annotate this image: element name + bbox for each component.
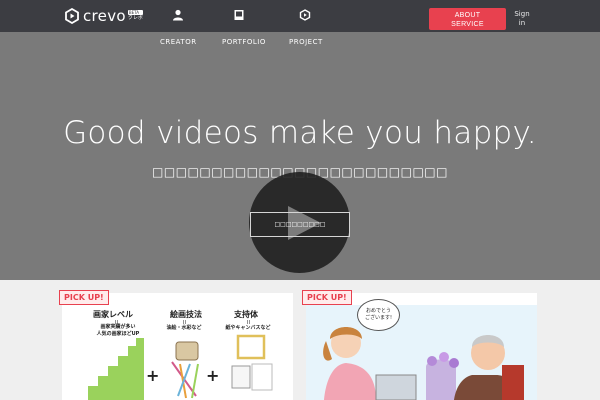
logo-kana: クレボ <box>127 15 143 21</box>
card-heading-support: 支持体 <box>234 310 258 319</box>
nav-portfolio[interactable]: PORTFOLIO <box>222 38 266 46</box>
portfolio-icon[interactable] <box>233 9 245 21</box>
plus-operator: + <box>146 366 160 385</box>
congratulations-illustration <box>306 305 537 400</box>
stair-illustration <box>88 386 144 400</box>
crevo-logo[interactable]: crevo BETA クレボ <box>64 6 143 26</box>
speech-bubble: おめでとう ございます! <box>357 299 400 331</box>
top-navigation-bar: crevo BETA クレボ ABOUT SERVICE Sign in <box>0 0 600 32</box>
pick-up-badge: PICK UP! <box>302 290 352 305</box>
hero-title: Good videos make you happy. <box>63 115 537 151</box>
hero-cta-button[interactable]: □□□□□□□□□ <box>250 212 350 237</box>
nav-project[interactable]: PROJECT <box>289 38 323 46</box>
crevo-logo-icon[interactable] <box>299 9 311 21</box>
pick-up-badge: PICK UP! <box>59 290 109 305</box>
card-note-painter-level: 画家実績が多い 人気の画家ほどUP <box>96 324 140 337</box>
logo-wordmark: crevo <box>83 7 126 25</box>
sign-in-link[interactable]: Sign in <box>509 10 535 28</box>
card-note-support: 紙やキャンバスなど <box>225 325 271 331</box>
crevo-logo-icon <box>65 8 79 24</box>
about-service-button[interactable]: ABOUT SERVICE <box>429 8 506 30</box>
nav-creator[interactable]: CREATOR <box>160 38 197 46</box>
main-nav: CREATOR PORTFOLIO PROJECT <box>0 38 600 50</box>
plus-operator: + <box>206 366 220 385</box>
paint-brushes-illustration <box>171 341 199 399</box>
card-heading-painter-level: 画家レベル <box>93 310 133 319</box>
card-heading-technique: 絵画技法 <box>170 310 202 319</box>
canvas-frames-illustration <box>231 334 273 391</box>
person-icon[interactable] <box>172 9 184 21</box>
card-note-technique: 油絵・水彩など <box>166 325 202 331</box>
